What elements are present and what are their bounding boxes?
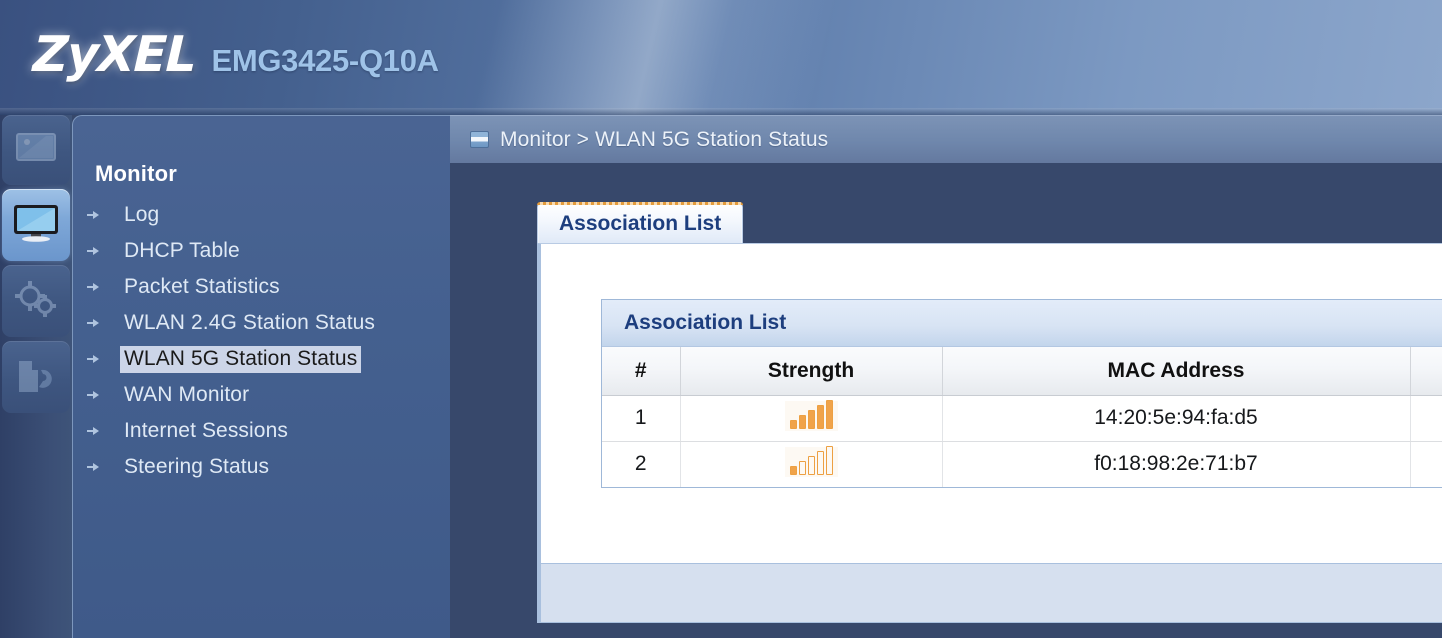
content-stage: Association List Association List # Stre… bbox=[450, 163, 1442, 638]
sidebar-item-wan-monitor[interactable]: WAN Monitor bbox=[73, 377, 450, 413]
column-header-strength: Strength bbox=[680, 347, 943, 396]
cell-mac-address: f0:18:98:2e:71:b7 bbox=[942, 441, 1411, 487]
brand-block: ZyXEL EMG3425-Q10A bbox=[32, 26, 439, 83]
router-admin-page: ZyXEL EMG3425-Q10A Monitor Log DHCP Tabl… bbox=[0, 0, 1442, 638]
sidebar-item-label: Steering Status bbox=[124, 454, 270, 478]
body-area: Monitor Log DHCP Table Packet Statistics… bbox=[0, 115, 1442, 638]
tab-strip: Association List bbox=[537, 202, 744, 244]
arrow-bullet-icon bbox=[87, 282, 101, 292]
signal-strength-icon bbox=[784, 446, 838, 478]
sidebar-item-packet-statistics[interactable]: Packet Statistics bbox=[73, 269, 450, 305]
monitor-icon bbox=[12, 203, 60, 248]
rail-button-status[interactable] bbox=[2, 115, 70, 185]
sidebar-item-wlan-5g-station-status[interactable]: WLAN 5G Station Status bbox=[73, 341, 450, 377]
signal-strength-icon bbox=[784, 400, 838, 431]
sidebar-title: Monitor bbox=[95, 161, 178, 186]
tab-association-list[interactable]: Association List bbox=[537, 202, 744, 244]
breadcrumb: Monitor > WLAN 5G Station Status bbox=[450, 115, 1442, 163]
cell-strength bbox=[680, 395, 943, 442]
device-model-label: EMG3425-Q10A bbox=[211, 43, 439, 78]
cell-mac-address: 14:20:5e:94:fa:d5 bbox=[942, 395, 1411, 442]
sidebar-item-label: WLAN 2.4G Station Status bbox=[124, 310, 376, 334]
gears-icon bbox=[13, 280, 59, 323]
association-list-table: # Strength MAC Address 1 14:20:5e:94:fa:… bbox=[602, 347, 1442, 487]
rail-button-network[interactable] bbox=[2, 265, 70, 337]
cell-extra bbox=[1410, 395, 1442, 442]
maintenance-icon bbox=[15, 357, 57, 398]
zyxel-logo: ZyXEL bbox=[32, 26, 197, 83]
column-header-mac: MAC Address bbox=[942, 347, 1411, 396]
sidebar-item-label: Packet Statistics bbox=[124, 274, 280, 298]
sidebar-item-dhcp-table[interactable]: DHCP Table bbox=[73, 233, 450, 269]
icon-rail bbox=[0, 115, 72, 638]
cell-index: 1 bbox=[602, 395, 681, 442]
sidebar-item-log[interactable]: Log bbox=[73, 197, 450, 233]
sidebar-item-steering-status[interactable]: Steering Status bbox=[73, 449, 450, 485]
table-row[interactable]: 1 14:20:5e:94:fa:d5 bbox=[602, 395, 1442, 442]
column-header-extra bbox=[1410, 347, 1442, 396]
table-row[interactable]: 2 f0:18:98:2e:71:b7 bbox=[602, 441, 1442, 487]
card-footer-bar bbox=[537, 563, 1442, 623]
sidebar-item-label: WAN Monitor bbox=[124, 382, 250, 406]
sidebar-item-label: DHCP Table bbox=[124, 238, 240, 262]
cell-strength bbox=[680, 441, 943, 487]
sidebar-item-label: Log bbox=[124, 202, 160, 226]
association-list-panel: Association List # Strength MAC Address bbox=[601, 299, 1442, 488]
sidebar-item-wlan-24g-station-status[interactable]: WLAN 2.4G Station Status bbox=[73, 305, 450, 341]
arrow-bullet-icon bbox=[87, 318, 101, 328]
cell-extra bbox=[1410, 441, 1442, 487]
sidebar-item-list: Log DHCP Table Packet Statistics WLAN 2.… bbox=[73, 197, 450, 485]
arrow-bullet-icon bbox=[87, 210, 101, 220]
rail-button-maintenance[interactable] bbox=[2, 341, 70, 413]
page-banner: ZyXEL EMG3425-Q10A bbox=[0, 0, 1442, 115]
arrow-bullet-icon bbox=[87, 354, 101, 364]
arrow-bullet-icon bbox=[87, 246, 101, 256]
sidebar-item-internet-sessions[interactable]: Internet Sessions bbox=[73, 413, 450, 449]
column-header-index: # bbox=[602, 347, 681, 396]
page-icon bbox=[470, 131, 489, 148]
table-header-row: # Strength MAC Address bbox=[602, 347, 1442, 396]
arrow-bullet-icon bbox=[87, 390, 101, 400]
rail-button-monitor[interactable] bbox=[2, 189, 70, 261]
content-card: Association List # Strength MAC Address bbox=[537, 243, 1442, 563]
arrow-bullet-icon bbox=[87, 462, 101, 472]
sidebar-menu: Monitor Log DHCP Table Packet Statistics… bbox=[72, 115, 450, 638]
cell-index: 2 bbox=[602, 441, 681, 487]
dashboard-icon bbox=[16, 132, 56, 168]
arrow-bullet-icon bbox=[87, 426, 101, 436]
sidebar-item-label: Internet Sessions bbox=[124, 418, 288, 442]
main-content: Monitor > WLAN 5G Station Status Associa… bbox=[450, 115, 1442, 638]
panel-title: Association List bbox=[602, 300, 1442, 347]
breadcrumb-text: Monitor > WLAN 5G Station Status bbox=[500, 127, 829, 151]
sidebar-item-label: WLAN 5G Station Status bbox=[120, 345, 362, 373]
